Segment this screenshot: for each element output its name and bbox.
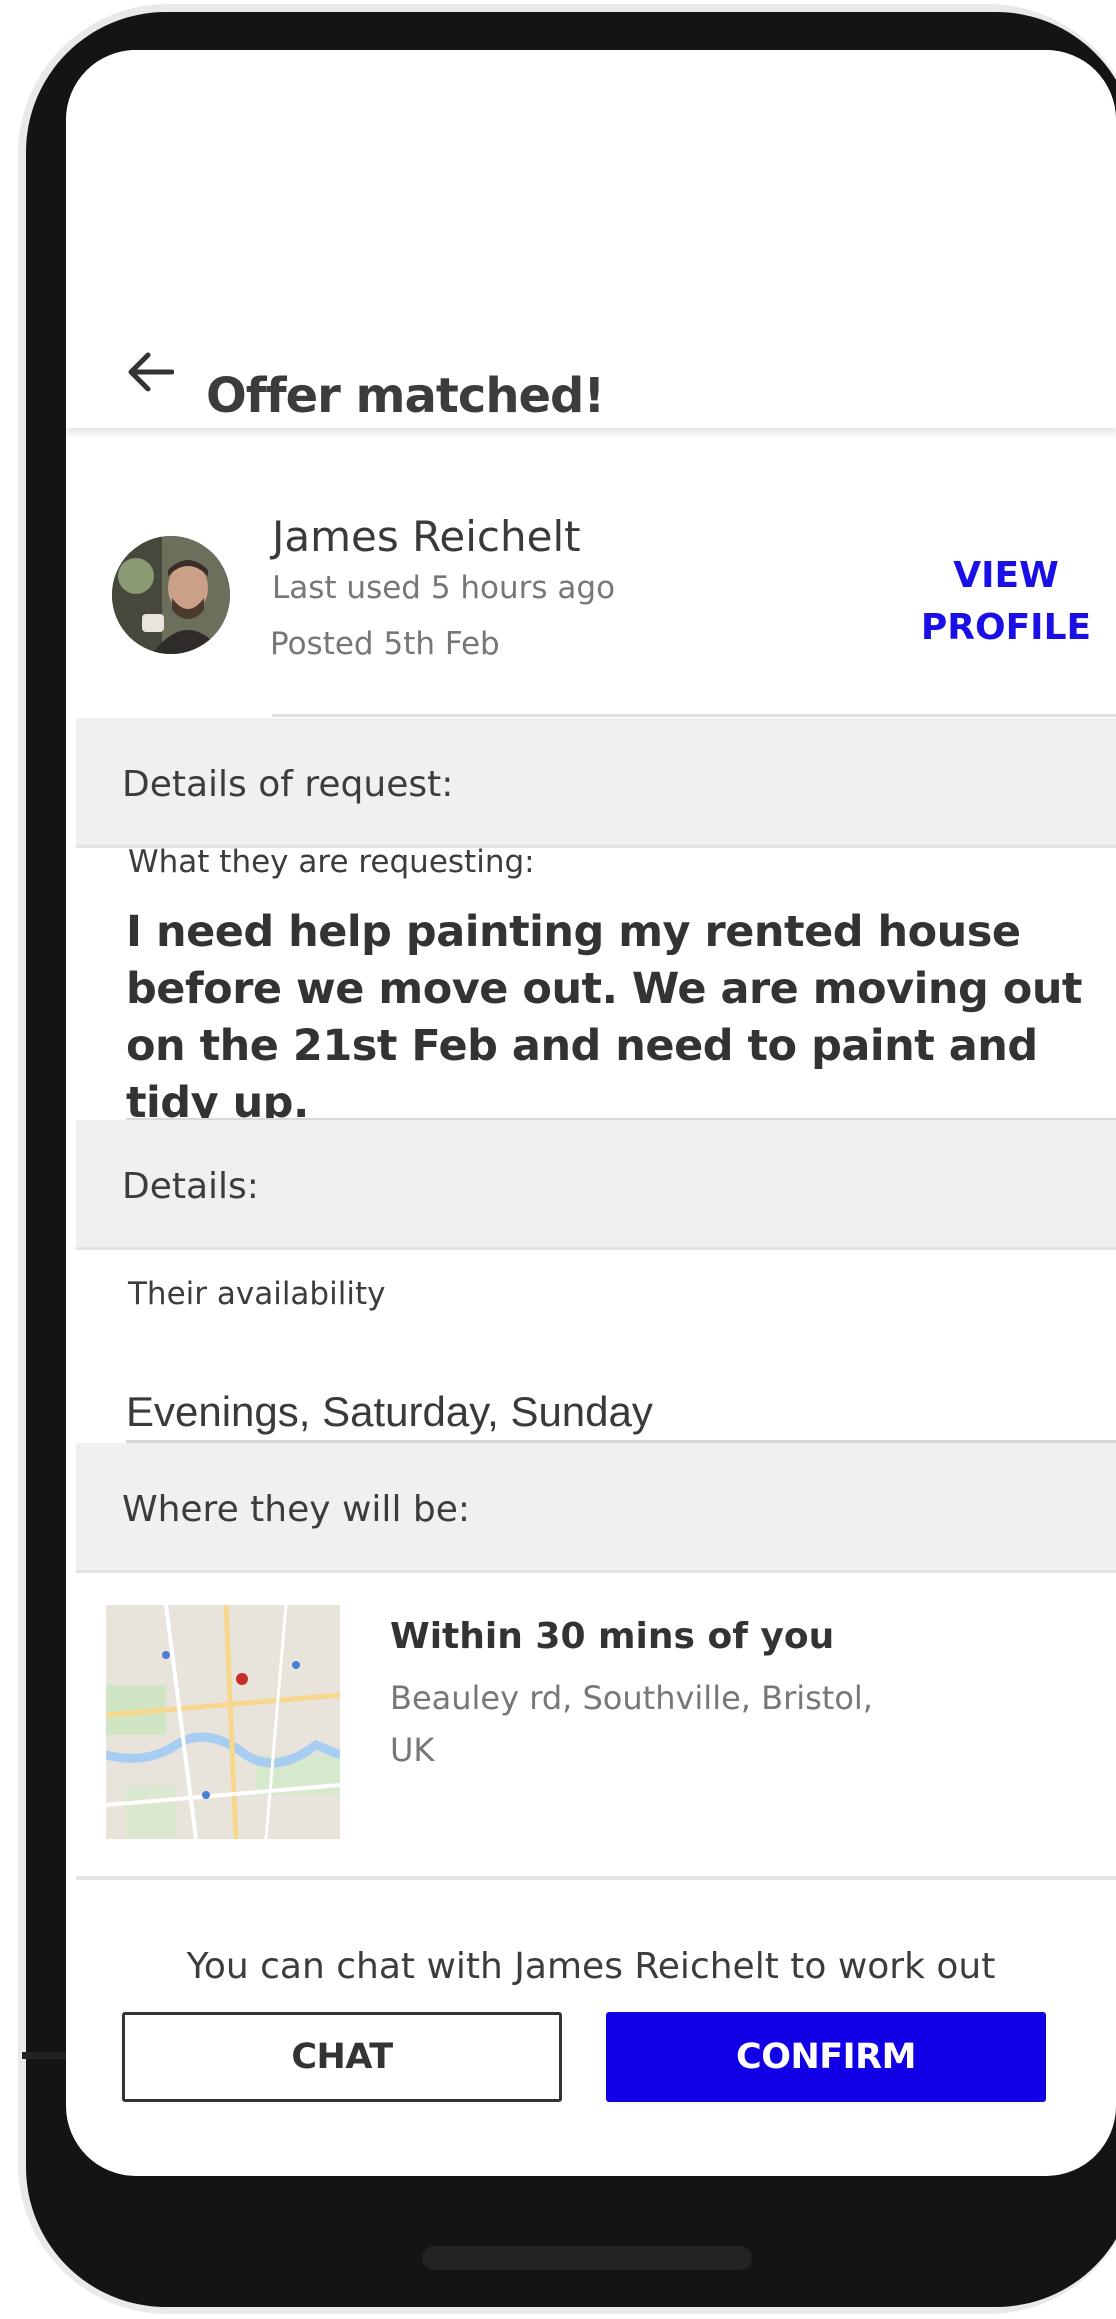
- app-screen: Offer matched! James Reichelt Last used …: [66, 50, 1116, 2176]
- page-title: Offer matched!: [206, 368, 605, 424]
- availability-value: Evenings, Saturday, Sunday: [126, 1388, 653, 1435]
- home-indicator: [422, 2246, 752, 2270]
- avatar[interactable]: [112, 536, 230, 654]
- app-header: Offer matched!: [66, 50, 1116, 428]
- chat-button[interactable]: CHAT: [122, 2012, 562, 2102]
- section-title: Details of request:: [122, 764, 454, 805]
- section-header-details: Details:: [76, 1120, 1116, 1250]
- posted-date: Posted 5th Feb: [270, 626, 500, 662]
- location-title: Within 30 mins of you: [390, 1616, 835, 1657]
- section-title: Where they will be:: [122, 1489, 471, 1530]
- section-header-location: Where they will be:: [76, 1443, 1116, 1573]
- location-address: Beauley rd, Southville, Bristol, UK: [390, 1679, 873, 1769]
- arrow-left-icon[interactable]: [124, 346, 176, 398]
- request-label: What they are requesting:: [128, 844, 535, 880]
- section-header-request: Details of request:: [76, 718, 1116, 848]
- divider: [76, 1876, 1116, 1880]
- view-profile-link[interactable]: VIEW PROFILE: [906, 550, 1106, 654]
- section-title: Details:: [122, 1166, 259, 1207]
- availability-label: Their availability: [128, 1276, 386, 1312]
- map-thumbnail[interactable]: [106, 1605, 340, 1839]
- profile-name: James Reichelt: [272, 512, 581, 561]
- request-text: I need help painting my rented house bef…: [126, 907, 1083, 1128]
- view-profile-line2: PROFILE: [920, 607, 1092, 648]
- chat-info-text: You can chat with James Reichelt to work…: [186, 1946, 996, 1987]
- last-used-text: Last used 5 hours ago: [272, 570, 616, 606]
- view-profile-line1: VIEW: [953, 555, 1059, 596]
- confirm-button[interactable]: CONFIRM: [606, 2012, 1046, 2102]
- profile-card: James Reichelt Last used 5 hours ago Pos…: [66, 430, 1116, 717]
- divider: [272, 714, 1116, 717]
